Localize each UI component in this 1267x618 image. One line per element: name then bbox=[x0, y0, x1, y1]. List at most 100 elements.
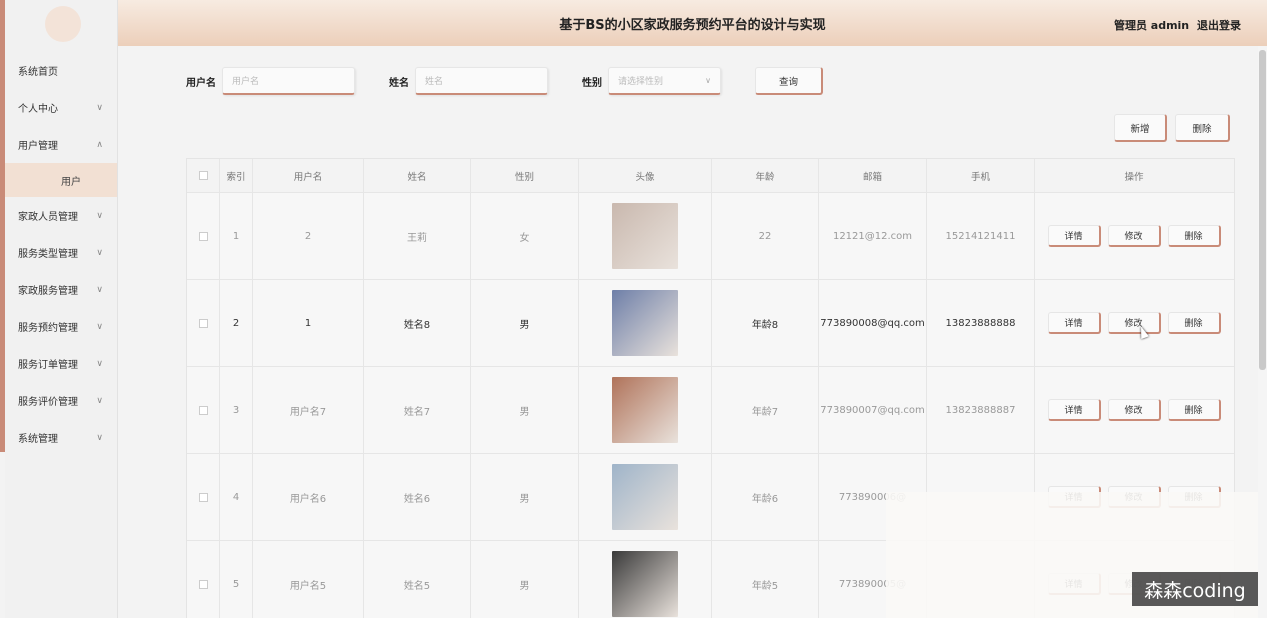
select-all-checkbox[interactable] bbox=[198, 171, 208, 180]
username-input[interactable]: 用户名 bbox=[222, 67, 355, 95]
sidebar-item-7[interactable]: 服务预约管理 ∨ bbox=[5, 308, 117, 345]
column-header: 姓名 bbox=[364, 159, 471, 192]
table-toolbar: 新增 删除 bbox=[1114, 114, 1230, 142]
row-checkbox[interactable] bbox=[198, 318, 208, 328]
cell-username: 1 bbox=[253, 280, 364, 366]
logout-link[interactable]: 退出登录 bbox=[1197, 19, 1241, 32]
query-button[interactable]: 查询 bbox=[755, 67, 823, 95]
gender-select-placeholder: 请选择性别 bbox=[618, 77, 664, 87]
cell-email: 773890008@qq.com bbox=[819, 280, 927, 366]
cell-age: 年龄7 bbox=[712, 367, 819, 453]
detail-button[interactable]: 详情 bbox=[1047, 399, 1101, 421]
edit-button[interactable]: 修改 bbox=[1107, 225, 1161, 247]
sidebar-item-5[interactable]: 服务类型管理 ∨ bbox=[5, 234, 117, 271]
sidebar-item-1[interactable]: 个人中心 ∨ bbox=[5, 89, 117, 126]
cell-index: 1 bbox=[220, 193, 253, 279]
cell-phone: 13823888888 bbox=[927, 280, 1035, 366]
detail-button[interactable]: 详情 bbox=[1047, 312, 1101, 334]
avatar bbox=[612, 377, 678, 443]
detail-button[interactable]: 详情 bbox=[1047, 225, 1101, 247]
row-select-cell bbox=[187, 367, 220, 453]
chevron-down-icon: ∨ bbox=[96, 395, 103, 406]
column-header: 用户名 bbox=[253, 159, 364, 192]
cell-name: 姓名6 bbox=[364, 454, 471, 540]
cell-age: 年龄5 bbox=[712, 541, 819, 618]
sidebar: 系统首页 个人中心 ∨ 用户管理 ∧ 用户 家政人员管理 ∨ 服务类型管理 ∨ 家政服务管理 ∨ 服务预… bbox=[5, 0, 118, 618]
cell-username: 2 bbox=[253, 193, 364, 279]
cell-age: 年龄8 bbox=[712, 280, 819, 366]
row-select-cell bbox=[187, 454, 220, 540]
add-button[interactable]: 新增 bbox=[1114, 114, 1167, 142]
name-input[interactable]: 姓名 bbox=[415, 67, 548, 95]
sidebar-item-label: 服务类型管理 bbox=[18, 249, 78, 260]
sidebar-item-label: 用户管理 bbox=[18, 141, 58, 152]
sidebar-item-9[interactable]: 服务评价管理 ∨ bbox=[5, 382, 117, 419]
name-label: 姓名 bbox=[389, 77, 409, 89]
chevron-up-icon: ∧ bbox=[96, 139, 103, 150]
sidebar-item-3[interactable]: 用户 bbox=[5, 163, 117, 197]
scrollbar[interactable] bbox=[1258, 46, 1267, 618]
chevron-down-icon: ∨ bbox=[96, 432, 103, 443]
cell-index: 5 bbox=[220, 541, 253, 618]
avatar-cell bbox=[579, 193, 712, 279]
column-header: 性别 bbox=[471, 159, 579, 192]
table-row: 1 2 王莉女 22 12121@12.com 15214121411 详情 修改 删除 bbox=[187, 193, 1234, 280]
row-checkbox[interactable] bbox=[198, 579, 208, 589]
sidebar-item-label: 用户 bbox=[61, 176, 81, 188]
chevron-down-icon: ∨ bbox=[96, 284, 103, 295]
chevron-down-icon: ∨ bbox=[96, 321, 103, 332]
scrollbar-thumb[interactable] bbox=[1259, 50, 1266, 370]
edit-button[interactable]: 修改 bbox=[1107, 312, 1161, 334]
gender-select[interactable]: 请选择性别 ∨ bbox=[608, 67, 721, 95]
gender-label: 性别 bbox=[582, 77, 602, 89]
sidebar-item-8[interactable]: 服务订单管理 ∨ bbox=[5, 345, 117, 382]
sidebar-item-4[interactable]: 家政人员管理 ∨ bbox=[5, 197, 117, 234]
batch-delete-button[interactable]: 删除 bbox=[1175, 114, 1230, 142]
avatar bbox=[612, 551, 678, 617]
user-area: 管理员 admin 退出登录 bbox=[1110, 17, 1241, 33]
row-checkbox[interactable] bbox=[198, 405, 208, 415]
sidebar-item-2[interactable]: 用户管理 ∧ bbox=[5, 126, 117, 163]
avatar-cell bbox=[579, 454, 712, 540]
cell-age: 年龄6 bbox=[712, 454, 819, 540]
username-label: 用户名 bbox=[186, 77, 216, 89]
cell-name: 姓名8 bbox=[364, 280, 471, 366]
column-header: 头像 bbox=[579, 159, 712, 192]
table-row: 2 1 姓名8 男年龄8 773890008@qq.com 13823888888 详情 修改… bbox=[187, 280, 1234, 367]
table-header-row: 索引 用户名 姓名 性别 头像 年龄 邮箱 手机 操作 bbox=[187, 159, 1234, 193]
app-header: 基于BS的小区家政服务预约平台的设计与实现 管理员 admin 退出登录 bbox=[118, 0, 1267, 46]
logo-avatar bbox=[45, 6, 81, 42]
cell-name: 姓名5 bbox=[364, 541, 471, 618]
row-checkbox[interactable] bbox=[198, 492, 208, 502]
sidebar-item-10[interactable]: 系统管理 ∨ bbox=[5, 419, 117, 456]
cell-gender: 男 bbox=[471, 367, 579, 453]
avatar bbox=[612, 464, 678, 530]
sidebar-item-0[interactable]: 系统首页 bbox=[5, 52, 117, 89]
cell-email: 773890007@qq.com bbox=[819, 367, 927, 453]
edit-button[interactable]: 修改 bbox=[1107, 399, 1161, 421]
delete-button[interactable]: 删除 bbox=[1167, 225, 1221, 247]
avatar bbox=[612, 290, 678, 356]
row-checkbox[interactable] bbox=[198, 231, 208, 241]
delete-button[interactable]: 删除 bbox=[1167, 399, 1221, 421]
delete-button[interactable]: 删除 bbox=[1167, 312, 1221, 334]
sidebar-item-6[interactable]: 家政服务管理 ∨ bbox=[5, 271, 117, 308]
cell-name: 姓名7 bbox=[364, 367, 471, 453]
admin-label: 管理员 admin bbox=[1113, 19, 1190, 32]
sidebar-item-label: 家政服务管理 bbox=[18, 286, 78, 297]
cell-age: 22 bbox=[712, 193, 819, 279]
page-title: 基于BS的小区家政服务预约平台的设计与实现 bbox=[559, 17, 826, 33]
cell-phone: 13823888887 bbox=[927, 367, 1035, 453]
cell-phone: 15214121411 bbox=[927, 193, 1035, 279]
chevron-down-icon: ∨ bbox=[96, 247, 103, 258]
row-actions: 详情修改删除 bbox=[1035, 193, 1233, 279]
column-header: 手机 bbox=[927, 159, 1035, 192]
table-row: 3 用户名7 姓名7 男年龄7 773890007@qq.com 13823888887 详… bbox=[187, 367, 1234, 454]
chevron-down-icon: ∨ bbox=[96, 210, 103, 221]
cell-index: 3 bbox=[220, 367, 253, 453]
cell-gender: 男 bbox=[471, 541, 579, 618]
chevron-down-icon: ∨ bbox=[96, 102, 103, 113]
row-actions: 详情修改删除 bbox=[1035, 367, 1233, 453]
sidebar-item-label: 服务预约管理 bbox=[18, 323, 78, 334]
select-all-cell bbox=[187, 159, 220, 192]
